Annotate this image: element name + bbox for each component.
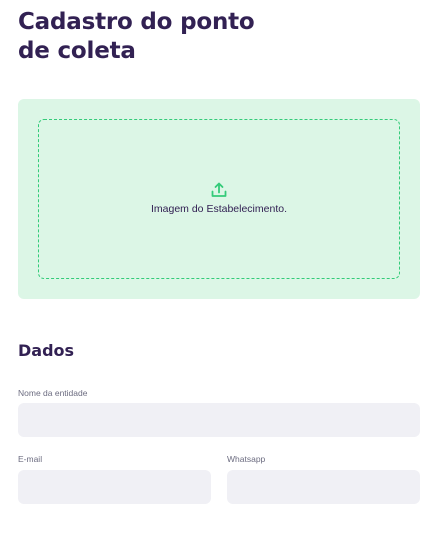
- section-title-dados: Dados: [18, 341, 75, 360]
- dropzone-text: Imagem do Estabelecimento.: [151, 203, 287, 215]
- entity-name-label: Nome da entidade: [18, 388, 88, 398]
- entity-name-input[interactable]: [18, 403, 420, 437]
- page-title: Cadastro do ponto de coleta: [18, 9, 255, 64]
- image-dropzone[interactable]: Imagem do Estabelecimento.: [18, 99, 420, 299]
- email-input[interactable]: [18, 470, 211, 504]
- whatsapp-input[interactable]: [227, 470, 420, 504]
- upload-icon: [211, 182, 227, 197]
- dropzone-dashed-area[interactable]: Imagem do Estabelecimento.: [38, 119, 400, 279]
- whatsapp-label: Whatsapp: [227, 454, 266, 464]
- email-label: E-mail: [18, 454, 43, 464]
